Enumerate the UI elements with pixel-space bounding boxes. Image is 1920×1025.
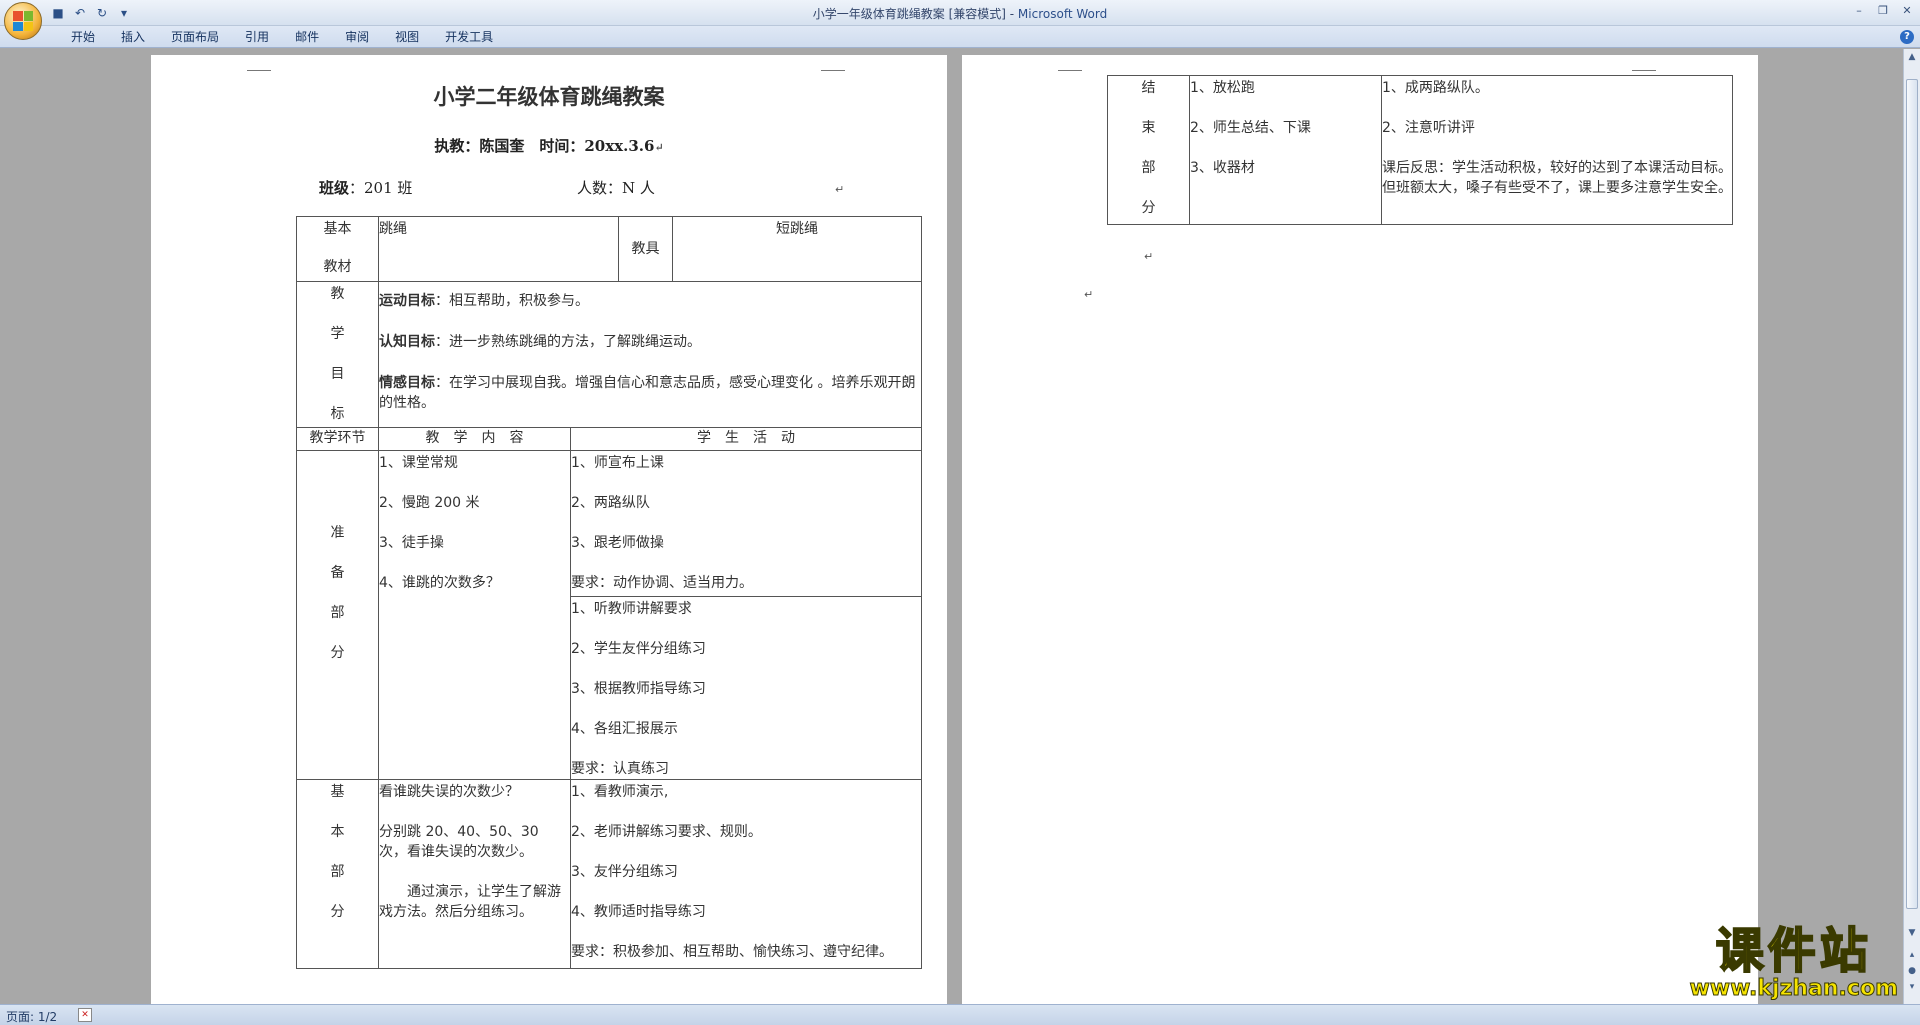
list-item: 4、谁跳的次数多？ [379, 575, 500, 591]
tab-references[interactable]: 引用 [232, 29, 282, 46]
list-item: 2、注意听讲评 [1382, 120, 1475, 136]
list-item: 2、师生总结、下课 [1190, 120, 1311, 136]
close-icon[interactable]: ✕ [1900, 3, 1914, 17]
cell-goals-label: 教 学 目 标 [296, 281, 379, 428]
teacher-line: 执教：陈国奎 时间：20xx.3.6↵ [434, 137, 664, 155]
cell-basic-material-label: 基本 教材 [296, 216, 379, 282]
scroll-up-icon[interactable]: ▲ [1906, 51, 1918, 63]
paragraph-mark: ↵ [1084, 288, 1094, 301]
list-item: 要求：认真练习 [571, 761, 669, 777]
count-line: 人数：N 人 [577, 179, 655, 197]
title-bar: ■ ↶ ↻ ▾ 小学一年级体育跳绳教案 [兼容模式] - Microsoft W… [0, 0, 1920, 40]
tab-home[interactable]: 开始 [58, 29, 108, 46]
office-logo-icon [13, 11, 33, 31]
header-activity: 学 生 活 动 [570, 427, 922, 451]
cell-prep-activity-b: 1、听教师讲解要求 2、学生友伴分组练习 3、根据教师指导练习 4、各组汇报展示… [570, 596, 922, 780]
cell-goals: 运动目标：相互帮助，积极参与。 认知目标：进一步熟练跳绳的方法，了解跳绳运动。 … [378, 281, 922, 428]
list-item: 4、教师适时指导练习 [571, 904, 706, 920]
page-indicator[interactable]: 页面: 1/2 [6, 1008, 57, 1025]
status-bar: 页面: 1/2 ✕ [0, 1004, 1920, 1025]
list-item: 3、跟老师做操 [571, 535, 664, 551]
proofing-icon[interactable]: ✕ [78, 1008, 92, 1022]
scroll-down-icon[interactable]: ▼ [1906, 927, 1918, 939]
list-item: 1、看教师演示, [571, 784, 669, 800]
cell-prep-activity-a: 1、师宣布上课 2、两路纵队 3、跟老师做操 要求：动作协调、适当用力。 [570, 450, 922, 597]
document-page-1[interactable]: 小学二年级体育跳绳教案 执教：陈国奎 时间：20xx.3.6↵ 班级：201 班… [151, 55, 947, 1004]
tab-view[interactable]: 视图 [382, 29, 432, 46]
list-item: 3、收器材 [1190, 160, 1255, 176]
paragraph-mark: ↵ [1144, 250, 1154, 263]
watermark-title: 课件站 [1715, 923, 1872, 979]
tab-review[interactable]: 审阅 [332, 29, 382, 46]
list-item: 要求：动作协调、适当用力。 [571, 575, 753, 591]
next-page-icon[interactable]: ▾ [1906, 981, 1918, 993]
document-title: 小学二年级体育跳绳教案 [433, 84, 665, 109]
cell-basic-content: 看谁跳失误的次数少？ 分别跳 20、40、50、30 次，看谁失误的次数少。 通… [378, 779, 571, 969]
list-item: 要求：积极参加、相互帮助、愉快练习、遵守纪律。 [571, 944, 893, 960]
tab-insert[interactable]: 插入 [108, 29, 158, 46]
list-item: 2、学生友伴分组练习 [571, 641, 706, 657]
list-item: 1、成两路纵队。 [1382, 80, 1489, 96]
list-item: 2、慢跑 200 米 [379, 495, 480, 511]
window-title: 小学一年级体育跳绳教案 [兼容模式] - Microsoft Word [812, 7, 1108, 21]
list-item: 2、两路纵队 [571, 495, 650, 511]
list-item: 4、各组汇报展示 [571, 721, 678, 737]
help-icon[interactable]: ? [1900, 30, 1914, 44]
list-item: 3、徒手操 [379, 535, 444, 551]
cell-end-activity: 1、成两路纵队。 2、注意听讲评 课后反思：学生活动积极，较好的达到了本课活动目… [1381, 75, 1733, 225]
cell-basic-label: 基 本 部 分 [296, 779, 379, 969]
tab-developer[interactable]: 开发工具 [432, 29, 506, 46]
cell-end-content: 1、放松跑 2、师生总结、下课 3、收器材 [1189, 75, 1382, 225]
watermark-logo: 课件站 www.kjzhan.com [1689, 923, 1899, 1001]
list-item: 3、友伴分组练习 [571, 864, 678, 880]
cell-material: 跳绳 [378, 216, 619, 282]
cell-end-label: 结 束 部 分 [1107, 75, 1190, 225]
select-browse-object-icon[interactable]: ● [1906, 965, 1918, 977]
crop-mark [821, 53, 845, 71]
list-item: 1、师宣布上课 [571, 455, 664, 471]
paragraph-mark: ↵ [835, 183, 845, 196]
crop-mark [1058, 53, 1082, 71]
cell-equipment-label: 教具 [618, 216, 673, 282]
prev-page-icon[interactable]: ▴ [1906, 949, 1918, 961]
watermark-url: www.kjzhan.com [1689, 976, 1899, 1001]
document-workspace[interactable]: 小学二年级体育跳绳教案 执教：陈国奎 时间：20xx.3.6↵ 班级：201 班… [0, 49, 1903, 1004]
restore-icon[interactable]: ❐ [1876, 3, 1890, 17]
crop-mark [247, 53, 271, 71]
list-item: 2、老师讲解练习要求、规则。 [571, 824, 762, 840]
list-item: 1、听教师讲解要求 [571, 601, 692, 617]
list-item: 3、根据教师指导练习 [571, 681, 706, 697]
ribbon-tabs: 开始 插入 页面布局 引用 邮件 审阅 视图 开发工具 ? [0, 26, 1920, 48]
list-item: 1、放松跑 [1190, 80, 1255, 96]
window-controls: – ❐ ✕ [1852, 3, 1914, 17]
class-line: 班级：201 班 [319, 179, 413, 197]
cell-basic-activity: 1、看教师演示, 2、老师讲解练习要求、规则。 3、友伴分组练习 4、教师适时指… [570, 779, 922, 969]
minimize-icon[interactable]: – [1852, 3, 1866, 17]
tab-mailings[interactable]: 邮件 [282, 29, 332, 46]
header-content: 教 学 内 容 [378, 427, 571, 451]
cell-prep-content: 1、课堂常规 2、慢跑 200 米 3、徒手操 4、谁跳的次数多？ [378, 450, 571, 780]
cell-prep-label: 准 备 部 分 [296, 450, 379, 780]
scrollbar-thumb[interactable] [1906, 79, 1918, 909]
list-item: 1、课堂常规 [379, 455, 458, 471]
tab-page-layout[interactable]: 页面布局 [158, 29, 232, 46]
vertical-scrollbar[interactable]: ▲ ▼ ▴ ● ▾ [1903, 49, 1920, 1004]
document-page-2[interactable]: 结 束 部 分 1、放松跑 2、师生总结、下课 3、收器材 1、成两路纵队。 2… [962, 55, 1758, 1004]
office-button[interactable] [4, 2, 42, 40]
cell-equipment: 短跳绳 [672, 216, 922, 282]
crop-mark [1632, 53, 1656, 71]
header-stage: 教学环节 [296, 427, 379, 451]
